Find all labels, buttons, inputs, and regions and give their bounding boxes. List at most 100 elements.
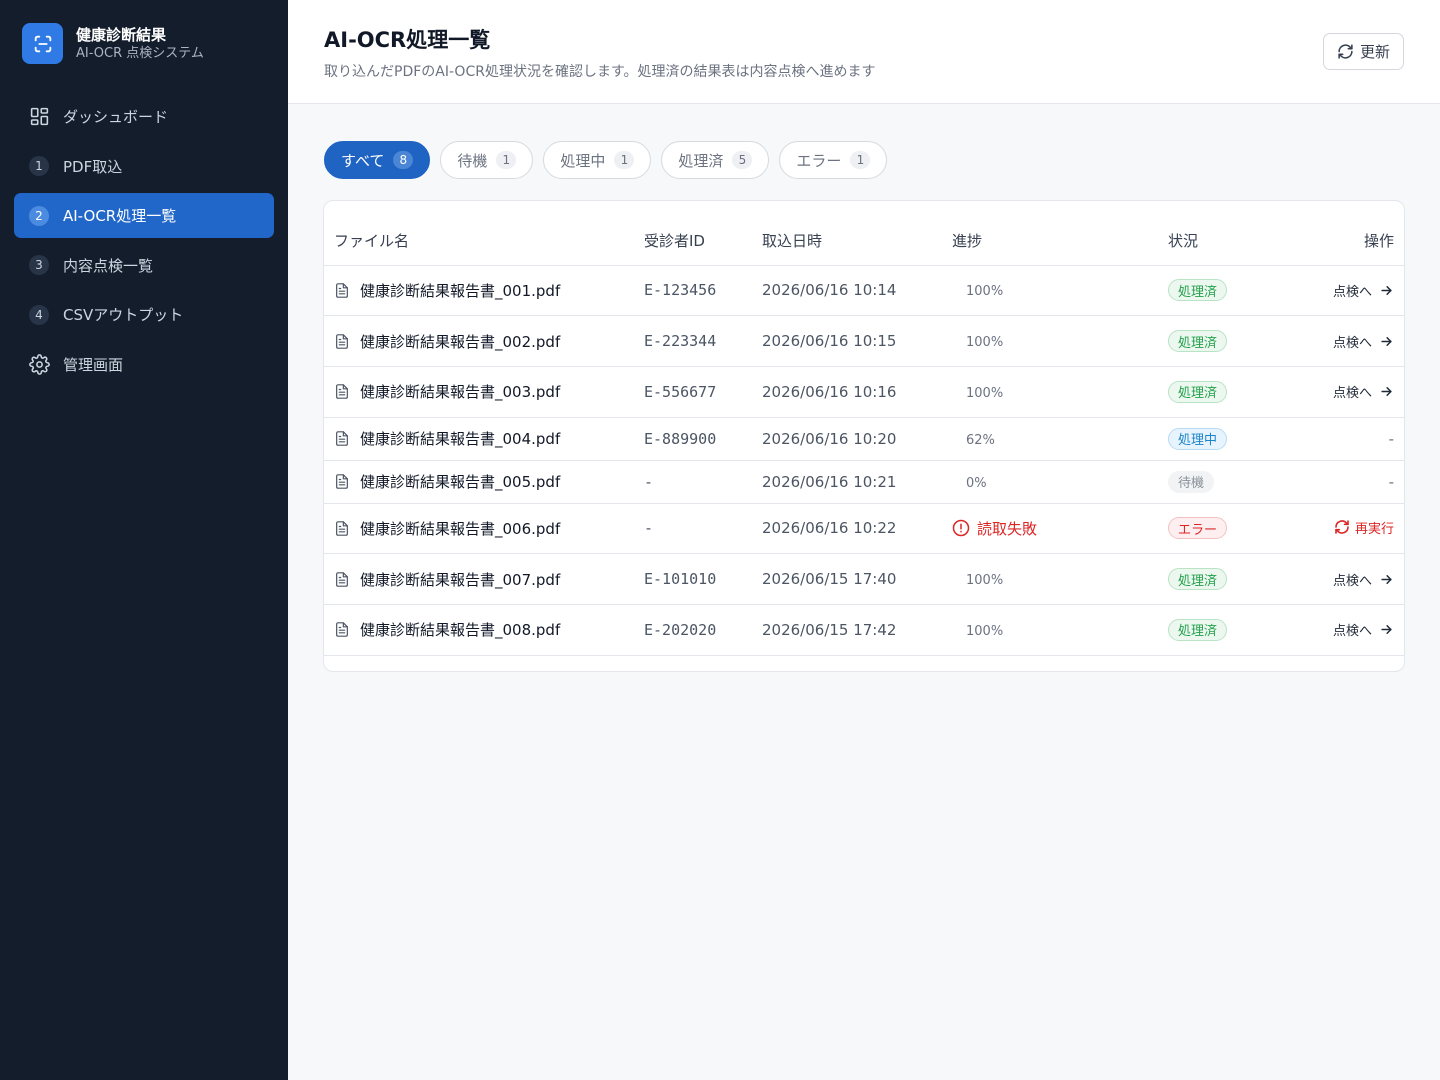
- retry-button[interactable]: 再実行: [1334, 518, 1394, 537]
- page-title: AI-OCR処理一覧: [324, 28, 491, 52]
- tab-label: 処理済: [678, 151, 724, 170]
- tab-label: すべて: [341, 151, 385, 170]
- file-name[interactable]: 健康診断結果報告書_008.pdf: [360, 619, 560, 640]
- go-to-inspection-link[interactable]: 点検へ: [1333, 281, 1394, 300]
- sidebar-item-admin[interactable]: 管理画面: [14, 342, 274, 387]
- step-number: 1: [29, 156, 49, 177]
- step-number: 3: [29, 255, 49, 276]
- sidebar-item-dashboard[interactable]: ダッシュボード: [14, 94, 274, 139]
- table-row[interactable]: 健康診断結果報告書_001.pdf E-123456 2026/06/16 10:1…: [324, 265, 1404, 317]
- no-action: -: [1388, 429, 1394, 448]
- imported-at: 2026/06/16 10:15: [762, 332, 897, 351]
- patient-id: -: [644, 472, 654, 491]
- tab-label: 処理中: [560, 151, 606, 170]
- column-header-progress[interactable]: 進捗: [952, 201, 1168, 266]
- file-name[interactable]: 健康診断結果報告書_006.pdf: [360, 518, 560, 539]
- ocr-table: ファイル名 受診者ID 取込日時 進捗 状況 操作 健康診断結果報告書_001.…: [324, 201, 1404, 656]
- go-to-inspection-link[interactable]: 点検へ: [1333, 382, 1394, 401]
- table-row[interactable]: 健康診断結果報告書_006.pdf - 2026/06/16 10:22 読取失敗 エラ…: [324, 503, 1404, 555]
- column-header-filename[interactable]: ファイル名: [324, 201, 644, 266]
- progress-value: 62%: [966, 432, 995, 448]
- file-name[interactable]: 健康診断結果報告書_001.pdf: [360, 280, 560, 301]
- progress-value: 100%: [966, 623, 1004, 639]
- progress-value: 100%: [966, 335, 1004, 351]
- status-badge: 処理済: [1168, 279, 1228, 302]
- file-name[interactable]: 健康診断結果報告書_002.pdf: [360, 331, 560, 352]
- patient-id: E-202020: [644, 620, 717, 639]
- dashboard-grid-icon: [28, 106, 50, 128]
- status-badge: 処理済: [1168, 618, 1228, 641]
- refresh-label: 更新: [1359, 44, 1390, 61]
- patient-id: E-101010: [644, 570, 717, 589]
- tab-label: 待機: [457, 151, 488, 170]
- file-name[interactable]: 健康診断結果報告書_004.pdf: [360, 428, 560, 449]
- imported-at: 2026/06/16 10:16: [762, 382, 897, 401]
- refresh-icon: [1338, 44, 1353, 59]
- arrow-right-icon: [1381, 285, 1392, 295]
- table-row[interactable]: 健康診断結果報告書_003.pdf E-556677 2026/06/16 10:1…: [324, 366, 1404, 418]
- tab-count: 5: [732, 151, 753, 169]
- gear-icon: [28, 353, 50, 375]
- tab-processed[interactable]: 処理済 5: [661, 141, 770, 179]
- column-header-status[interactable]: 状況: [1168, 201, 1288, 266]
- imported-at: 2026/06/15 17:42: [762, 620, 897, 639]
- sidebar-item-csv-output[interactable]: 4 CSVアウトプット: [14, 292, 274, 337]
- tab-label: エラー: [796, 151, 842, 170]
- tab-count: 1: [614, 151, 635, 169]
- patient-id: E-889900: [644, 429, 717, 448]
- progress-value: 0%: [966, 475, 987, 491]
- go-to-inspection-link[interactable]: 点検へ: [1333, 570, 1394, 589]
- status-badge: 処理済: [1168, 568, 1228, 591]
- table-row[interactable]: 健康診断結果報告書_002.pdf E-223344 2026/06/16 10:1…: [324, 315, 1404, 367]
- action-label: 点検へ: [1332, 386, 1372, 402]
- action-label: 点検へ: [1332, 284, 1372, 300]
- refresh-button[interactable]: 更新: [1323, 33, 1404, 70]
- file-icon: [336, 283, 348, 298]
- table-row[interactable]: 健康診断結果報告書_004.pdf E-889900 2026/06/16 10:2…: [324, 417, 1404, 461]
- step-number: 4: [29, 304, 49, 325]
- arrow-right-icon: [1381, 574, 1392, 584]
- sidebar-item-ocr-list[interactable]: 2 AI-OCR処理一覧: [14, 193, 274, 239]
- page-description: 取り込んだPDFのAI-OCR処理状況を確認します。処理済の結果表は内容点検へ進…: [324, 64, 876, 80]
- tab-error[interactable]: エラー 1: [779, 141, 888, 179]
- status-badge: エラー: [1168, 517, 1228, 540]
- tab-count: 1: [850, 151, 871, 169]
- arrow-right-icon: [1381, 387, 1392, 397]
- file-icon: [336, 333, 348, 349]
- table-row[interactable]: 健康診断結果報告書_005.pdf - 2026/06/16 10:21 0% 待機 -: [324, 460, 1404, 504]
- tab-count: 8: [393, 151, 414, 169]
- file-icon: [336, 384, 348, 399]
- column-header-patient-id[interactable]: 受診者ID: [644, 201, 762, 266]
- sidebar-item-inspection-list[interactable]: 3 内容点検一覧: [14, 243, 274, 288]
- brand[interactable]: 健康診断結果 AI-OCR 点検システム: [22, 23, 204, 64]
- table-row[interactable]: 健康診断結果報告書_008.pdf E-202020 2026/06/15 17:4…: [324, 604, 1404, 656]
- file-name[interactable]: 健康診断結果報告書_005.pdf: [360, 471, 560, 492]
- column-header-imported-at[interactable]: 取込日時: [762, 201, 952, 266]
- column-header-actions: 操作: [1288, 201, 1404, 266]
- file-name[interactable]: 健康診断結果報告書_007.pdf: [360, 569, 560, 590]
- scan-icon: [22, 23, 63, 64]
- go-to-inspection-link[interactable]: 点検へ: [1333, 332, 1394, 351]
- sidebar-item-label: 管理画面: [63, 355, 124, 374]
- brand-subtitle: AI-OCR 点検システム: [76, 45, 204, 61]
- tab-waiting[interactable]: 待機 1: [440, 141, 534, 179]
- no-action: -: [1388, 472, 1394, 491]
- table-row[interactable]: 健康診断結果報告書_007.pdf E-101010 2026/06/15 17:4…: [324, 553, 1404, 605]
- table-header-row: ファイル名 受診者ID 取込日時 進捗 状況 操作: [324, 201, 1404, 266]
- imported-at: 2026/06/16 10:22: [762, 519, 897, 538]
- progress-error-text: 読取失敗: [977, 519, 1038, 538]
- go-to-inspection-link[interactable]: 点検へ: [1333, 620, 1394, 639]
- tab-all[interactable]: すべて 8: [324, 141, 431, 179]
- sidebar-item-label: 内容点検一覧: [63, 256, 154, 275]
- file-icon: [336, 571, 348, 587]
- tab-processing[interactable]: 処理中 1: [543, 141, 652, 179]
- tab-count: 1: [496, 151, 517, 169]
- status-badge: 処理済: [1168, 380, 1228, 403]
- file-icon: [336, 521, 348, 536]
- action-label: 点検へ: [1332, 573, 1372, 589]
- sidebar-item-pdf-import[interactable]: 1 PDF取込: [14, 144, 274, 189]
- sidebar: 健康診断結果 AI-OCR 点検システム ダッシュボード 1 PDF取込 2 A…: [0, 0, 288, 1080]
- imported-at: 2026/06/16 10:21: [762, 472, 897, 491]
- page-header: AI-OCR処理一覧 取り込んだPDFのAI-OCR処理状況を確認します。処理済…: [288, 0, 1440, 104]
- file-name[interactable]: 健康診断結果報告書_003.pdf: [360, 381, 560, 402]
